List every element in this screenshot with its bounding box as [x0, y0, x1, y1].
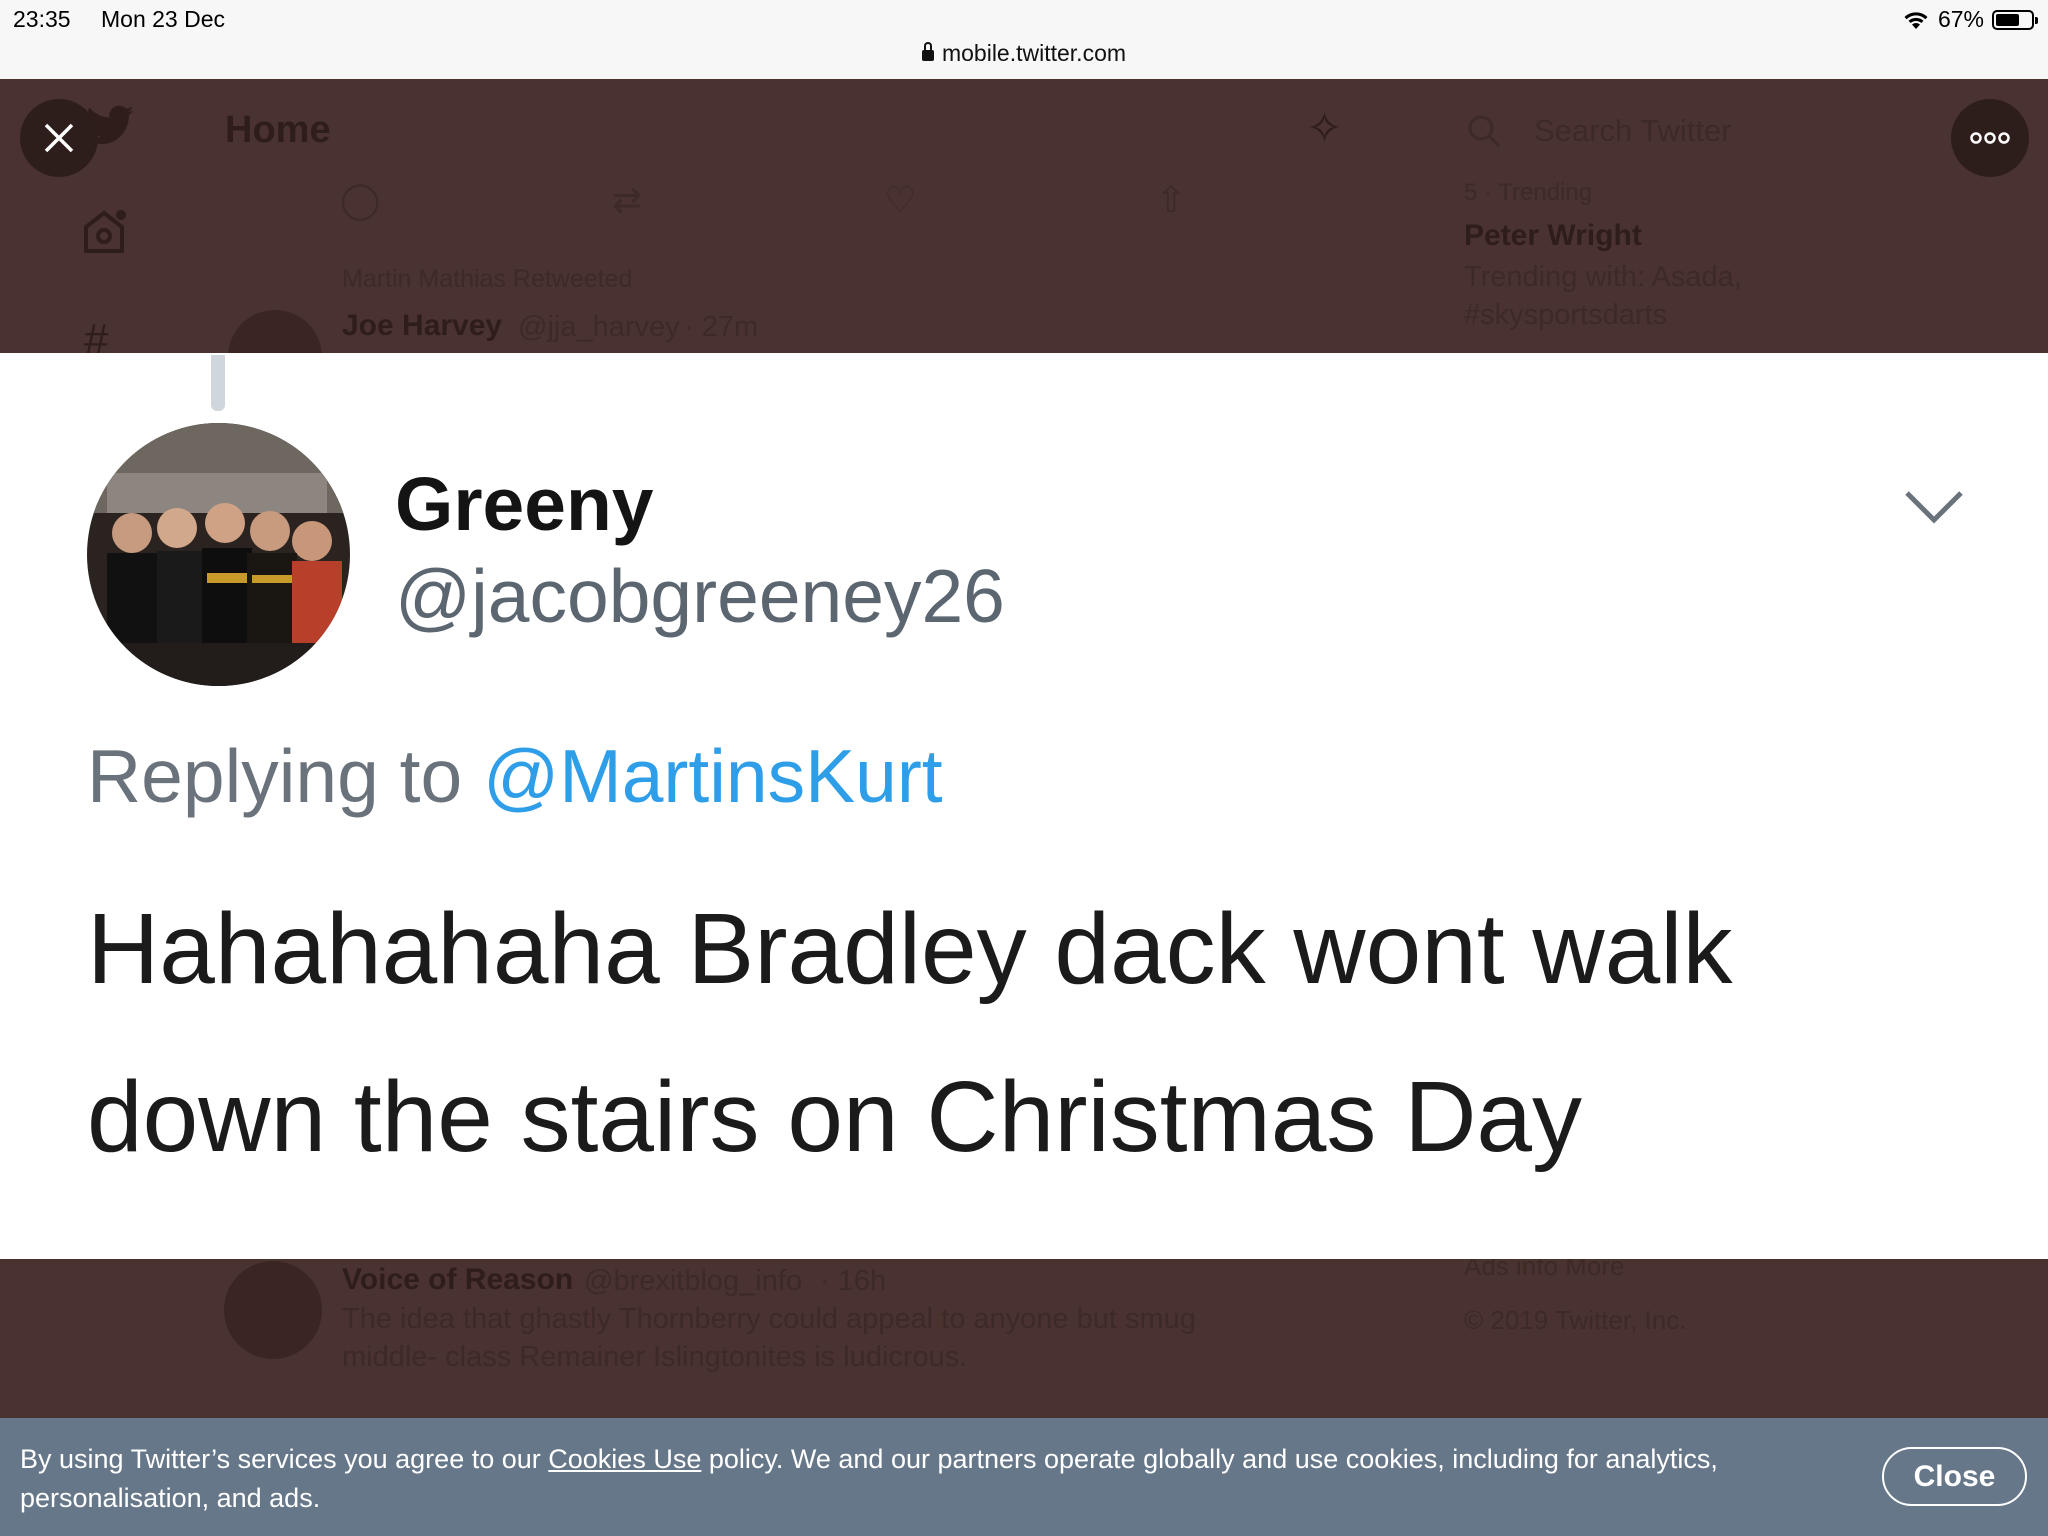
tweet2-text-2: middle- class Remainer Islingtonites is … — [342, 1341, 968, 1373]
more-options-button[interactable] — [1951, 99, 2029, 177]
retweet-icon: ⇄ — [612, 179, 643, 220]
cookie-text-before: By using Twitter’s services you agree to… — [20, 1444, 541, 1474]
like-icon: ♡ — [884, 179, 917, 220]
trending-with-2: #skysportsdarts — [1464, 299, 1668, 331]
status-right: 67% — [1902, 6, 2038, 33]
sparkle-icon: ✧ — [1306, 104, 1343, 153]
status-date: Mon 23 Dec — [101, 6, 226, 32]
trending-topic: Peter Wright — [1464, 219, 1642, 252]
share-icon: ⇧ — [1156, 179, 1187, 220]
tweet-text: Hahahahaha Bradley dack wont walk down t… — [87, 893, 1733, 1173]
cookie-close-button[interactable]: Close — [1882, 1447, 2027, 1506]
tweet1-handle: @jja_harvey — [518, 311, 680, 343]
battery-percent: 67% — [1937, 6, 1984, 32]
battery-icon — [1992, 9, 2038, 30]
trending-with-1: Trending with: Asada, — [1464, 261, 1742, 293]
more-icon — [1970, 132, 2010, 144]
status-bar: 23:35 Mon 23 Dec mobile.twitter.com 67% — [0, 0, 2048, 79]
display-name: Greeny — [395, 462, 654, 546]
lock-icon — [921, 42, 934, 61]
search-placeholder: Search Twitter — [1534, 113, 1732, 148]
tweet1-name: Joe Harvey — [342, 309, 503, 342]
close-media-button[interactable] — [20, 99, 98, 177]
replying-to: Replying to @MartinsKurt — [87, 733, 943, 819]
reply-icon: ◯ — [340, 179, 381, 220]
home-title: Home — [225, 109, 331, 151]
trending-label: 5 · Trending — [1464, 179, 1593, 206]
user-handle: @jacobgreeney26 — [395, 554, 1005, 638]
replying-mention: @MartinsKurt — [483, 734, 943, 818]
avatar — [87, 423, 350, 686]
address-bar[interactable]: mobile.twitter.com — [0, 40, 2048, 67]
close-icon — [44, 123, 74, 153]
avatar-small-2 — [224, 1261, 322, 1359]
tweet2-name: Voice of Reason — [342, 1263, 574, 1296]
retweeted-by: Martin Mathias Retweeted — [342, 265, 633, 293]
tweet2-handle: @brexitblog_info — [584, 1265, 803, 1297]
cookie-text: By using Twitter’s services you agree to… — [20, 1440, 1810, 1518]
home-icon — [84, 210, 126, 253]
url-text: mobile.twitter.com — [941, 40, 1127, 66]
status-time: 23:35 — [13, 6, 71, 32]
copyright: © 2019 Twitter, Inc. — [1464, 1305, 1687, 1335]
tweet2-time: · 16h — [820, 1265, 887, 1297]
cookie-banner: By using Twitter’s services you agree to… — [0, 1418, 2048, 1536]
tweet1-time: · 27m — [684, 311, 759, 343]
media-image: Greeny @jacobgreeney26 Replying to @Mart… — [0, 353, 2048, 1259]
chevron-down-icon — [1905, 491, 1963, 524]
search-icon — [1468, 115, 1501, 148]
cookies-use-link[interactable]: Cookies Use — [548, 1444, 701, 1474]
wifi-icon — [1904, 11, 1928, 29]
thread-line — [211, 355, 225, 411]
replying-prefix: Replying to — [87, 734, 463, 818]
tweet2-text-1: The idea that ghastly Thornberry could a… — [342, 1303, 1196, 1335]
